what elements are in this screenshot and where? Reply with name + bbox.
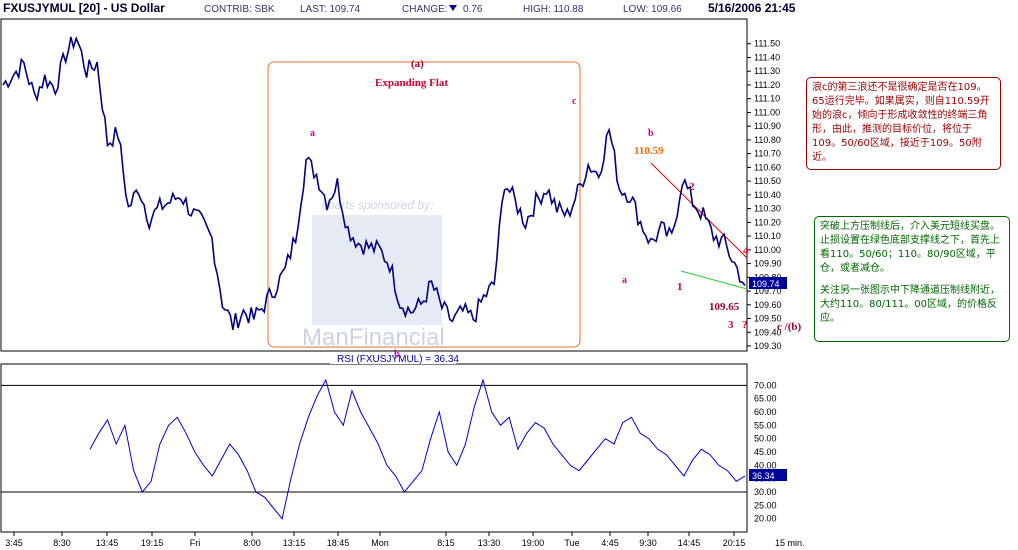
ann-wave-1: 1 bbox=[677, 281, 683, 293]
watermark: charts sponsored by: ManFinancial bbox=[302, 198, 445, 351]
header-last: LAST: 109.74 bbox=[300, 4, 360, 15]
upper-trendline bbox=[650, 162, 748, 259]
note-green-text-2: 关注另一张图示中下降通道压制线附近，大约110。80/111。00区域，的价格反… bbox=[820, 285, 1000, 324]
ann-wave-4: 4 bbox=[743, 245, 749, 257]
price-tick-label: 110.10 bbox=[754, 231, 781, 241]
header-contrib: CONTRIB: SBK bbox=[204, 4, 275, 15]
x-tick-label: 13:30 bbox=[478, 538, 501, 548]
note-green-text-1: 突破上方压制线后，介入美元短线买盘。止损设置在绿色底部支撑线之下，首先上看110… bbox=[820, 221, 1000, 274]
price-tick-label: 111.00 bbox=[754, 107, 780, 117]
price-tick-label: 110.00 bbox=[754, 245, 781, 255]
ann-low-price: 109.65 bbox=[709, 301, 740, 313]
ann-box-label: (a) bbox=[411, 58, 424, 70]
ann-wave-3: 3 bbox=[728, 319, 734, 331]
lower-trendline bbox=[680, 270, 748, 290]
rsi-tick-label: 25.00 bbox=[754, 500, 777, 510]
header-low: LOW: 109.66 bbox=[623, 4, 682, 15]
price-tick-label: 109.60 bbox=[754, 300, 782, 310]
header-datetime: 5/16/2006 21:45 bbox=[708, 1, 796, 15]
price-tick-label: 109.30 bbox=[754, 341, 782, 351]
x-tick-label: 15 min. bbox=[775, 538, 805, 548]
x-tick-label: Tue bbox=[564, 538, 579, 548]
price-tick-label: 110.50 bbox=[754, 176, 781, 186]
note-red-text: 浪c的第三浪还不是很确定是否在109。65运行完毕。如果属实，则自110.59开… bbox=[812, 82, 990, 163]
x-tick-label: 20:15 bbox=[723, 538, 746, 548]
x-tick-label: 8:00 bbox=[243, 538, 261, 548]
price-tick-label: 110.60 bbox=[754, 162, 781, 172]
rsi-tick-label: 30.00 bbox=[754, 487, 777, 497]
price-tick-label: 110.90 bbox=[754, 121, 781, 131]
rsi-tick-label: 40.00 bbox=[754, 460, 777, 470]
header-change: CHANGE: bbox=[402, 4, 448, 15]
ann-wave-2: 2 bbox=[689, 181, 695, 193]
price-tick-label: 110.30 bbox=[754, 204, 781, 214]
note-red: 浪c的第三浪还不是很确定是否在109。65运行完毕。如果属实，则自110.59开… bbox=[806, 77, 1001, 170]
ann-c-top: c bbox=[572, 96, 577, 107]
x-tick-label: 18:45 bbox=[327, 538, 350, 548]
header-change-value: 0.76 bbox=[463, 4, 483, 15]
x-tick-label: 4:45 bbox=[601, 538, 619, 548]
rsi-line bbox=[89, 378, 746, 520]
rsi-tick-label: 65.00 bbox=[754, 394, 777, 404]
x-tick-label: 19:00 bbox=[522, 538, 545, 548]
rsi-tick-label: 45.00 bbox=[754, 447, 777, 457]
header-high: HIGH: 110.88 bbox=[523, 4, 584, 15]
x-tick-label: 3:45 bbox=[5, 538, 23, 548]
price-tick-label: 111.50 bbox=[754, 39, 780, 49]
price-tick-label: 111.10 bbox=[754, 94, 780, 104]
note-green: 突破上方压制线后，介入美元短线买盘。止损设置在绿色底部支撑线之下，首先上看110… bbox=[814, 216, 1010, 342]
rsi-tick-label: 60.00 bbox=[754, 407, 777, 417]
ann-c-b: c /(b) bbox=[777, 321, 801, 333]
price-tick-label: 111.30 bbox=[754, 66, 780, 76]
price-tag: 109.74 bbox=[752, 279, 780, 289]
ann-b-right: b bbox=[648, 128, 654, 139]
price-tick-label: 110.20 bbox=[754, 217, 781, 227]
x-tick-label: 19:15 bbox=[141, 538, 164, 548]
ann-question: ? bbox=[742, 319, 748, 331]
rsi-panel bbox=[0, 363, 748, 533]
rsi-tick-label: 70.00 bbox=[754, 380, 777, 390]
x-tick-label: 13:45 bbox=[96, 538, 119, 548]
ann-b-price: 110.59 bbox=[634, 145, 664, 157]
ann-a-right: a bbox=[622, 275, 627, 286]
x-tick-label: Mon bbox=[371, 538, 389, 548]
price-tick-label: 111.40 bbox=[754, 52, 780, 62]
x-tick-label: 8:15 bbox=[437, 538, 455, 548]
price-tick-label: 110.40 bbox=[754, 190, 781, 200]
price-tick-label: 109.90 bbox=[754, 259, 782, 269]
price-tick-label: 110.70 bbox=[754, 149, 781, 159]
rsi-tick-label: 50.00 bbox=[754, 434, 777, 444]
rsi-tick-label: 55.00 bbox=[754, 420, 777, 430]
price-tick-label: 111.20 bbox=[754, 80, 780, 90]
x-tick-label: 14:45 bbox=[678, 538, 701, 548]
x-tick-label: Fri bbox=[190, 538, 201, 548]
watermark-logo bbox=[312, 215, 442, 325]
x-tick-label: 13:15 bbox=[283, 538, 306, 548]
ann-b-bottom: b bbox=[394, 349, 400, 360]
rsi-tag: 36.34 bbox=[752, 471, 775, 481]
x-tick-label: 9:30 bbox=[639, 538, 657, 548]
ann-pattern: Expanding Flat bbox=[375, 77, 448, 89]
header-symbol: FXUSJYMUL [20] - US Dollar bbox=[3, 1, 165, 15]
rsi-tick-label: 20.00 bbox=[754, 514, 777, 524]
price-tick-label: 110.80 bbox=[754, 135, 781, 145]
x-tick-label: 8:30 bbox=[53, 538, 71, 548]
ann-a-top: a bbox=[310, 128, 315, 139]
watermark-sponsor: charts sponsored by: bbox=[322, 198, 433, 212]
